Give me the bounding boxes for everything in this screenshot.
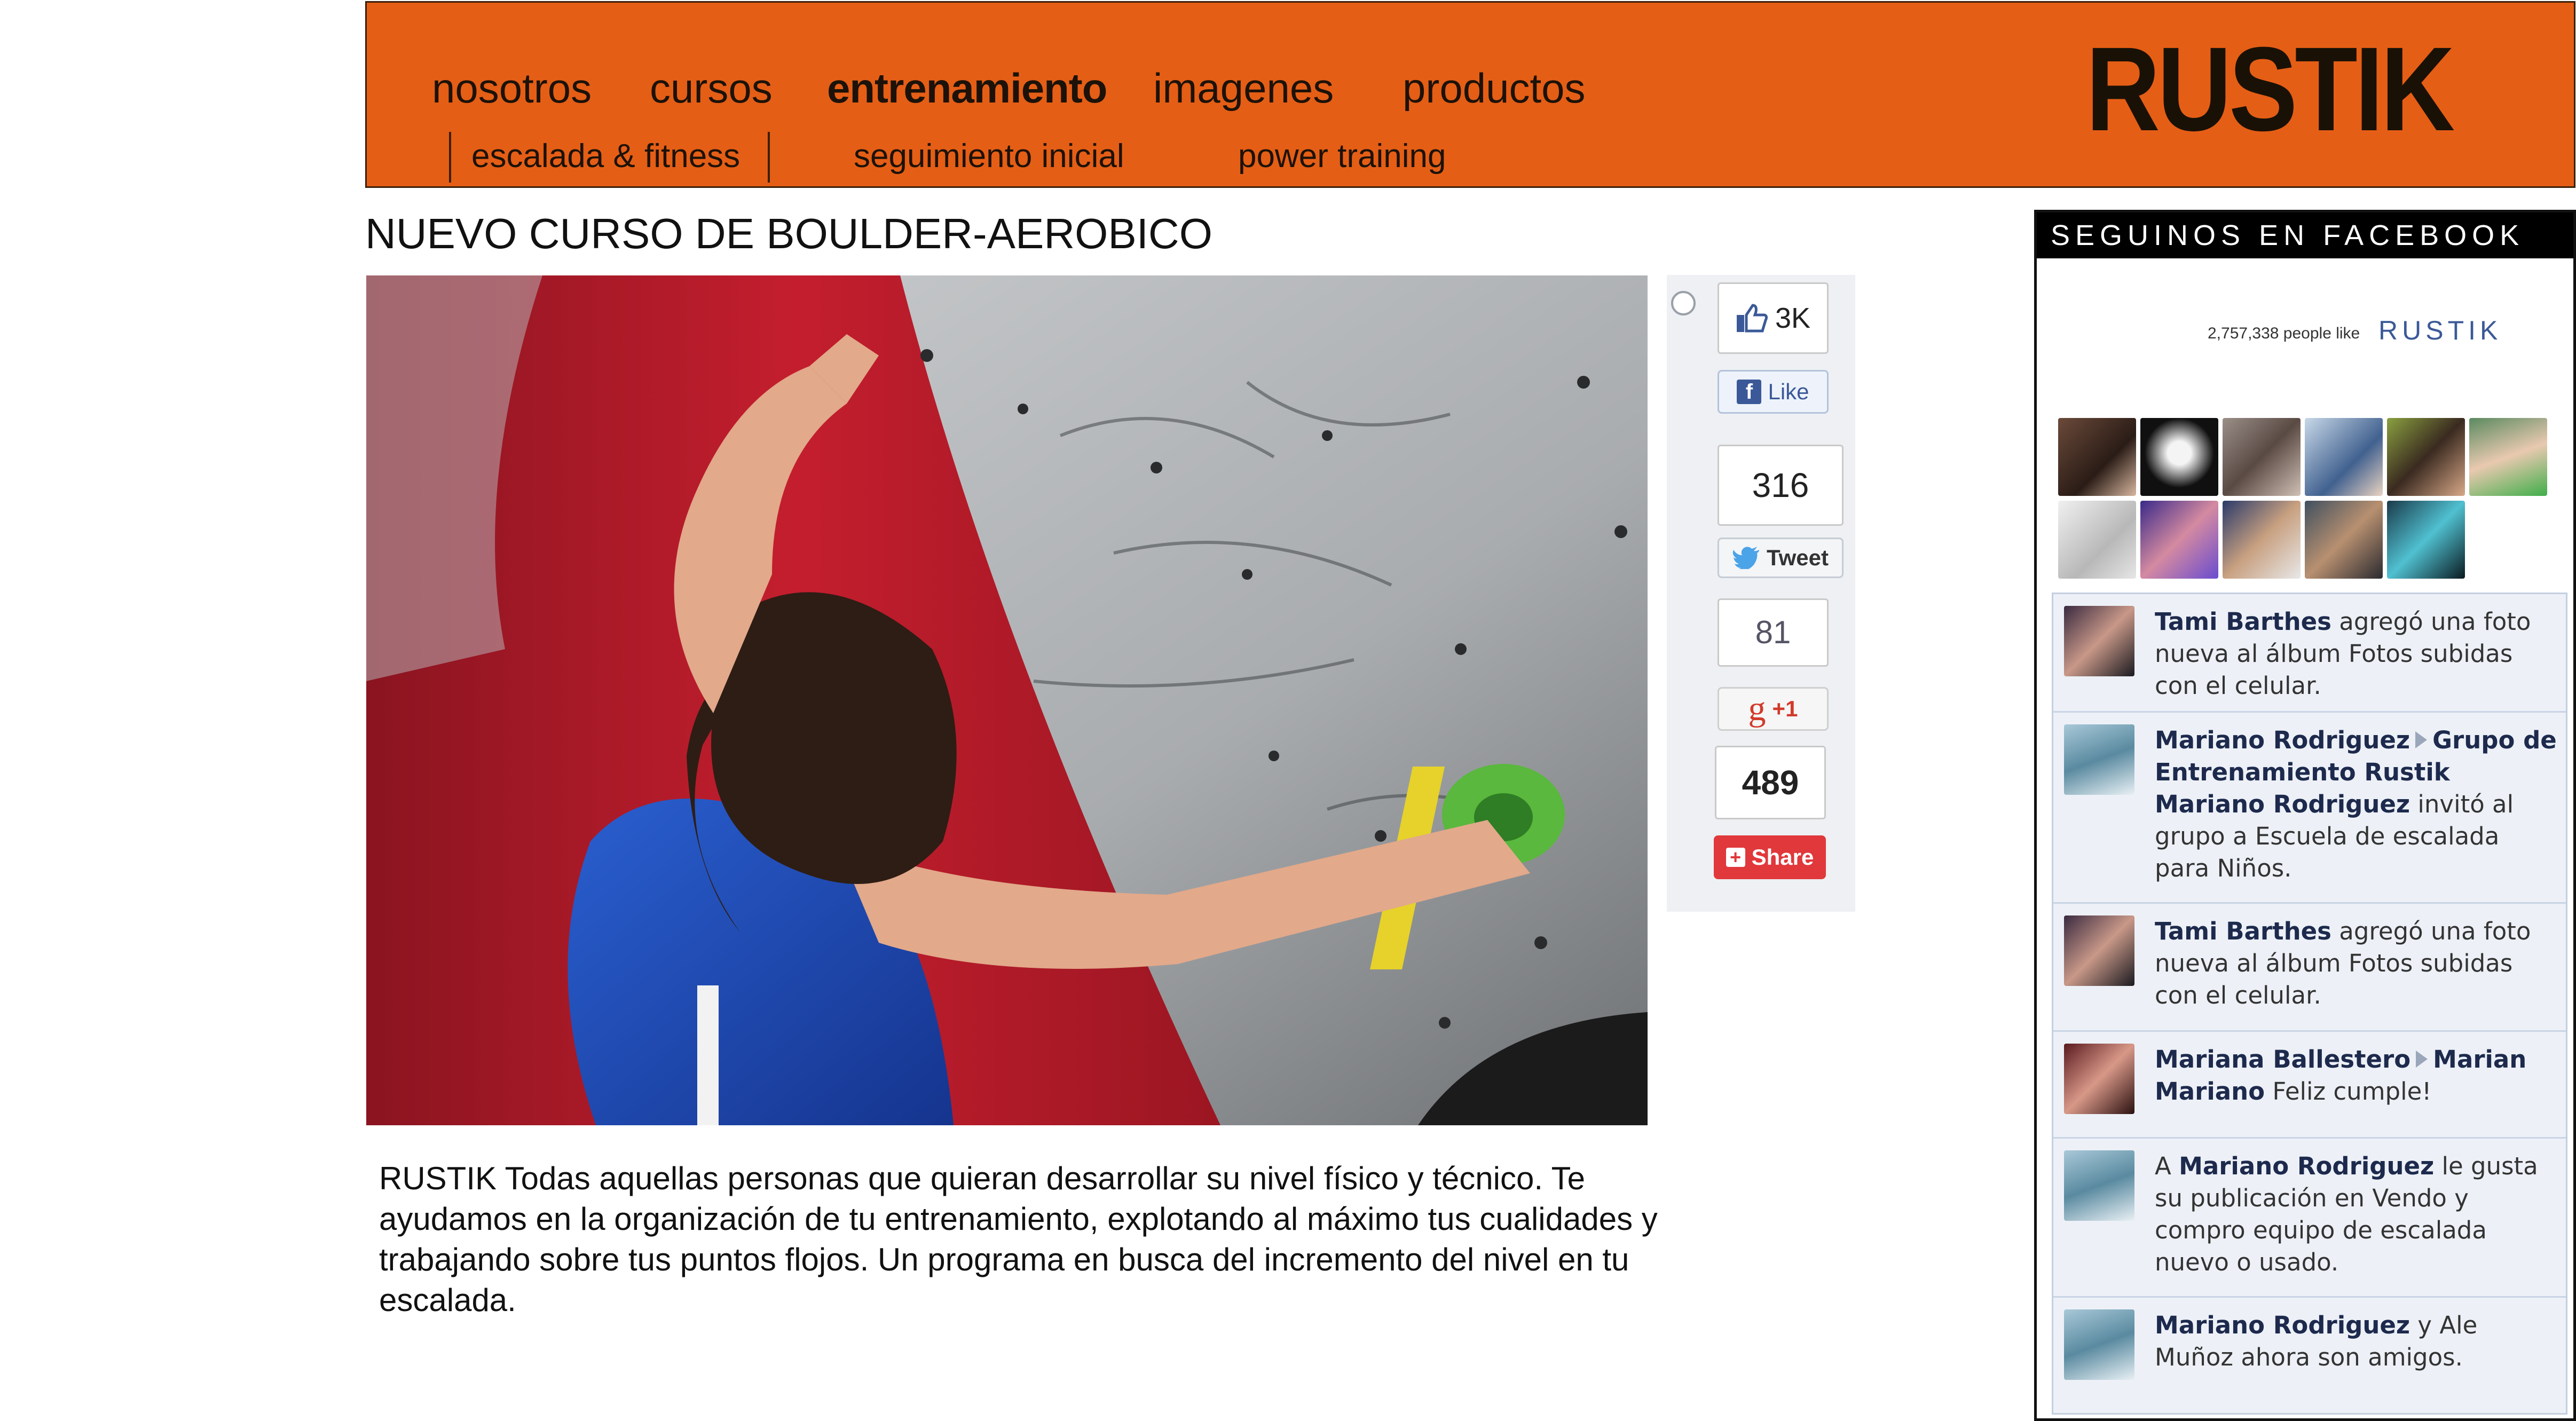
nav-productos[interactable]: productos <box>1403 64 1586 113</box>
climber-photo <box>366 275 1648 1125</box>
post-text: A Mariano Rodriguez le gusta su publicac… <box>2155 1150 2561 1278</box>
feed-post[interactable]: Tami Barthes agregó una foto nueva al ál… <box>2053 594 2566 713</box>
fan-avatar[interactable] <box>2058 501 2136 579</box>
post-text: Mariana Ballestero Marian Mariano Feliz c… <box>2155 1044 2561 1108</box>
fan-avatar[interactable] <box>2387 501 2465 579</box>
nav-entrenamiento[interactable]: entrenamiento <box>827 64 1107 113</box>
fan-avatar[interactable] <box>2140 418 2218 496</box>
post-author[interactable]: Mariano Rodriguez <box>2179 1152 2434 1180</box>
feed-post[interactable]: Tami Barthes agregó una foto nueva al ál… <box>2053 904 2566 1032</box>
post-author[interactable]: Mariano Rodriguez <box>2155 1311 2410 1339</box>
facebook-like-counter: 3K <box>1718 282 1829 354</box>
subnav-power-training[interactable]: power training <box>1238 137 1446 175</box>
post-avatar[interactable] <box>2064 1309 2134 1380</box>
google-plus-button[interactable]: g +1 <box>1718 687 1829 731</box>
post-avatar[interactable] <box>2064 1044 2134 1114</box>
post-author[interactable]: Tami Barthes <box>2155 917 2331 945</box>
feed-post[interactable]: A Mariano Rodriguez le gusta su publicac… <box>2053 1139 2566 1298</box>
fan-avatar[interactable] <box>2140 501 2218 579</box>
subnav-seguimiento-inicial[interactable]: seguimiento inicial <box>854 137 1124 175</box>
fan-avatar[interactable] <box>2058 418 2136 496</box>
site-header: nosotros cursos entrenamiento imagenes p… <box>365 1 2575 188</box>
social-share-box: 3K f Like 316 Tweet 81 g +1 489 + Share <box>1667 275 1855 912</box>
share-plus-icon: + <box>1726 848 1745 867</box>
arrow-right-icon <box>2415 731 2428 748</box>
nav-imagenes[interactable]: imagenes <box>1153 64 1334 113</box>
subnav-divider <box>449 132 451 183</box>
feed-post[interactable]: Mariana Ballestero Marian Mariano Feliz c… <box>2053 1032 2566 1139</box>
google-plus-counter: 81 <box>1718 598 1829 667</box>
fan-avatar[interactable] <box>2469 418 2547 496</box>
tweet-button[interactable]: Tweet <box>1718 538 1844 578</box>
facebook-page-link[interactable]: RUSTIK <box>2378 315 2502 346</box>
radio-icon[interactable] <box>1671 291 1696 315</box>
post-avatar[interactable] <box>2064 724 2134 795</box>
facebook-like-button[interactable]: f Like <box>1718 370 1829 414</box>
post-text: Mariano Rodriguez Grupo de Entrenamiento … <box>2155 724 2561 885</box>
facebook-widget: SEGUINOS EN FACEBOOK 2,757,338 people li… <box>2034 210 2576 1421</box>
subnav-divider <box>768 132 770 183</box>
fan-avatar[interactable] <box>2223 418 2301 496</box>
twitter-bird-icon <box>1732 547 1760 569</box>
fan-avatar[interactable] <box>2305 418 2383 496</box>
google-g-icon: g <box>1748 689 1766 728</box>
google-plus-label: +1 <box>1772 696 1798 721</box>
subnav-escalada-fitness[interactable]: escalada & fitness <box>471 137 740 175</box>
arrow-right-icon <box>2416 1051 2428 1068</box>
nav-cursos[interactable]: cursos <box>650 64 773 113</box>
facebook-like-count: 3K <box>1775 302 1811 334</box>
post-prefix: A <box>2155 1152 2179 1180</box>
brand-logo[interactable]: RUSTIK <box>2086 29 2455 149</box>
fan-avatar[interactable] <box>2387 418 2465 496</box>
climber-illustration <box>366 275 1648 1125</box>
facebook-like-label: Like <box>1768 379 1809 404</box>
post-text: Tami Barthes agregó una foto nueva al ál… <box>2155 915 2561 1012</box>
tweet-counter: 316 <box>1718 445 1844 526</box>
post-author[interactable]: Mariana Ballestero <box>2155 1045 2410 1073</box>
facebook-f-icon: f <box>1737 380 1762 404</box>
facebook-thumb-icon <box>1736 304 1768 333</box>
post-avatar[interactable] <box>2064 1150 2134 1221</box>
post-body: Feliz cumple! <box>2265 1077 2432 1106</box>
fan-avatar[interactable] <box>2223 501 2301 579</box>
share-button[interactable]: + Share <box>1714 835 1826 879</box>
post-author[interactable]: Tami Barthes <box>2155 607 2331 636</box>
facebook-widget-header: SEGUINOS EN FACEBOOK <box>2037 212 2573 258</box>
page-title: NUEVO CURSO DE BOULDER-AEROBICO <box>365 210 1212 257</box>
course-description: RUSTIK Todas aquellas personas que quier… <box>379 1161 1658 1318</box>
post-author[interactable]: Mariano Rodriguez <box>2155 726 2410 754</box>
tweet-label: Tweet <box>1767 545 1829 570</box>
fan-avatar[interactable] <box>2305 501 2383 579</box>
post-avatar[interactable] <box>2064 606 2134 676</box>
facebook-feed: Tami Barthes agregó una foto nueva al ál… <box>2052 593 2567 1415</box>
post-avatar[interactable] <box>2064 915 2134 986</box>
share-counter: 489 <box>1715 746 1826 819</box>
feed-post[interactable]: Mariano Rodriguez Grupo de Entrenamiento … <box>2053 713 2566 904</box>
feed-post[interactable]: Mariano Rodriguez y Ale Muñoz ahora son … <box>2053 1298 2566 1410</box>
post-text: Mariano Rodriguez y Ale Muñoz ahora son … <box>2155 1309 2561 1373</box>
post-text: Tami Barthes agregó una foto nueva al ál… <box>2155 606 2561 702</box>
facebook-likes-text: 2,757,338 people like <box>2208 325 2360 342</box>
nav-nosotros[interactable]: nosotros <box>432 64 592 113</box>
share-label: Share <box>1751 844 1814 870</box>
